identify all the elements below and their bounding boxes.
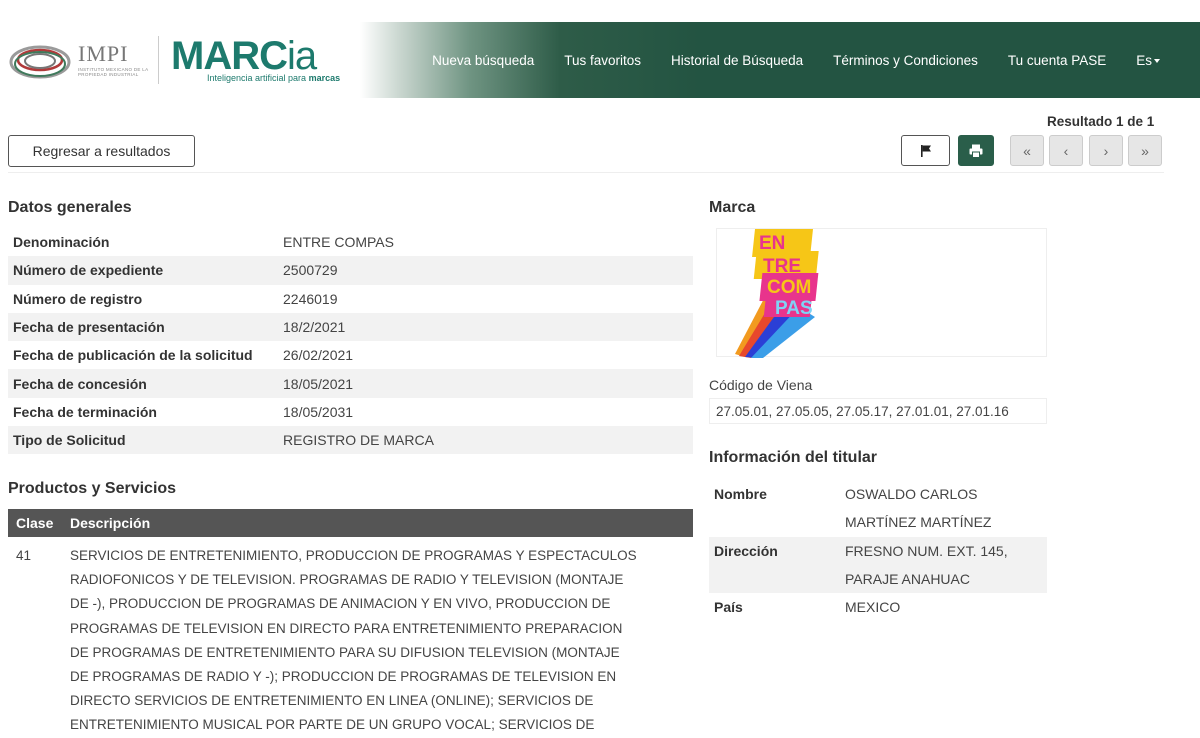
logo-text-pas: PAS bbox=[775, 298, 813, 319]
table-row: País MEXICO bbox=[709, 593, 1047, 621]
datos-generales-title: Datos generales bbox=[8, 199, 132, 216]
marcia-logo-main: MARC bbox=[171, 34, 288, 78]
row-value: FRESNO NUM. EXT. 145, PARAJE ANAHUAC bbox=[845, 542, 1008, 587]
logo-area[interactable]: IMPI INSTITUTO MEXICANO DE LA PROPIEDAD … bbox=[8, 30, 340, 90]
prev-page-button[interactable]: ‹ bbox=[1049, 135, 1083, 166]
flag-button[interactable] bbox=[901, 135, 950, 166]
marcia-logo-suffix: ia bbox=[286, 34, 317, 78]
nav-cuenta-pase[interactable]: Tu cuenta PASE bbox=[993, 53, 1121, 68]
viena-label: Código de Viena bbox=[709, 377, 813, 393]
nav-tus-favoritos[interactable]: Tus favoritos bbox=[549, 53, 656, 68]
row-key: Tipo de Solicitud bbox=[13, 432, 126, 449]
impi-title: IMPI bbox=[78, 41, 129, 66]
table-row: Fecha de terminación 18/05/2031 bbox=[8, 398, 693, 426]
descripcion-cell: SERVICIOS DE ENTRETENIMIENTO, PRODUCCION… bbox=[70, 548, 637, 733]
result-count: Resultado 1 de 1 bbox=[1047, 114, 1155, 129]
table-row: Nombre OSWALDO CARLOS MARTÍNEZ MARTÍNEZ bbox=[709, 480, 1047, 537]
row-key: Número de registro bbox=[13, 290, 143, 307]
marca-title: Marca bbox=[709, 199, 756, 216]
row-value: OSWALDO CARLOS MARTÍNEZ MARTÍNEZ bbox=[845, 486, 992, 531]
row-value: 26/02/2021 bbox=[283, 347, 354, 364]
row-value: MEXICO bbox=[845, 599, 901, 616]
row-key: Fecha de terminación bbox=[13, 403, 157, 420]
table-row: Número de registro 2246019 bbox=[8, 285, 693, 313]
row-value: 18/05/2021 bbox=[283, 375, 354, 392]
table-row: Fecha de publicación de la solicitud 26/0… bbox=[8, 341, 693, 369]
row-value: ENTRE COMPAS bbox=[283, 234, 394, 251]
top-header: IMPI INSTITUTO MEXICANO DE LA PROPIEDAD … bbox=[0, 22, 1200, 98]
logo-text-com: COM bbox=[767, 277, 811, 298]
productos-table-header: Clase Descripción bbox=[8, 509, 693, 537]
language-dropdown[interactable]: Es bbox=[1121, 53, 1200, 68]
row-key: Fecha de concesión bbox=[13, 375, 147, 392]
impi-emblem-icon bbox=[8, 38, 72, 82]
table-row: Fecha de presentación 18/2/2021 bbox=[8, 312, 693, 342]
row-key: Dirección bbox=[714, 542, 778, 559]
logo-text-tre: TRE bbox=[763, 256, 801, 277]
nav-nueva-busqueda[interactable]: Nueva búsqueda bbox=[417, 53, 549, 68]
caret-down-icon bbox=[1154, 58, 1160, 63]
column-header-clase: Clase bbox=[16, 515, 54, 531]
clase-cell: 41 bbox=[16, 548, 32, 563]
marcia-logo: MARCia Inteligencia artificial para marc… bbox=[171, 34, 341, 83]
row-key: Fecha de publicación de la solicitud bbox=[13, 347, 253, 364]
row-value: 18/05/2031 bbox=[283, 403, 354, 420]
marcia-tagline: Inteligencia artificial para marcas bbox=[207, 73, 341, 83]
logo-divider bbox=[158, 36, 159, 84]
table-row: Dirección FRESNO NUM. EXT. 145, PARAJE A… bbox=[709, 536, 1047, 594]
table-row: Fecha de concesión 18/05/2021 bbox=[8, 369, 693, 398]
table-row: Número de expediente 2500729 bbox=[8, 256, 693, 285]
first-page-button[interactable]: « bbox=[1010, 135, 1044, 166]
trademark-image: EN TRE COM PAS bbox=[716, 228, 1047, 358]
nav-historial[interactable]: Historial de Búsqueda bbox=[656, 53, 818, 68]
table-row: Tipo de Solicitud REGISTRO DE MARCA bbox=[8, 426, 693, 455]
logo-text-en: EN bbox=[759, 233, 785, 254]
row-key: Nombre bbox=[714, 486, 767, 502]
row-key: Denominación bbox=[13, 234, 110, 251]
main-nav: Nueva búsqueda Tus favoritos Historial d… bbox=[417, 22, 1200, 98]
row-value: 2246019 bbox=[283, 290, 338, 307]
print-button[interactable] bbox=[958, 135, 994, 166]
titular-table: Nombre OSWALDO CARLOS MARTÍNEZ MARTÍNEZ … bbox=[709, 480, 1047, 621]
column-header-descripcion: Descripción bbox=[70, 515, 151, 531]
nav-terminos[interactable]: Términos y Condiciones bbox=[818, 53, 993, 68]
row-value: REGISTRO DE MARCA bbox=[283, 432, 434, 449]
productos-title: Productos y Servicios bbox=[8, 480, 177, 497]
row-value: 2500729 bbox=[283, 262, 338, 279]
toolbar-divider bbox=[8, 172, 1164, 173]
flag-icon bbox=[920, 144, 931, 157]
row-key: Número de expediente bbox=[13, 262, 164, 279]
trademark-logo: EN TRE COM PAS bbox=[735, 229, 819, 358]
next-page-button[interactable]: › bbox=[1089, 135, 1123, 166]
viena-codes: 27.05.01, 27.05.05, 27.05.17, 27.01.01, … bbox=[709, 398, 1047, 424]
row-key: Fecha de presentación bbox=[13, 319, 165, 336]
row-value: 18/2/2021 bbox=[283, 319, 346, 336]
table-row: 41 SERVICIOS DE ENTRETENIMIENTO, PRODUCC… bbox=[8, 544, 693, 738]
table-row: Denominación ENTRE COMPAS bbox=[8, 228, 693, 256]
titular-title: Información del titular bbox=[709, 449, 878, 466]
print-icon bbox=[969, 144, 983, 158]
language-label: Es bbox=[1136, 52, 1152, 68]
impi-subtitle: INSTITUTO MEXICANO DE LA PROPIEDAD INDUS… bbox=[78, 67, 149, 77]
last-page-button[interactable]: » bbox=[1128, 135, 1162, 166]
row-key: País bbox=[714, 599, 743, 616]
back-to-results-button[interactable]: Regresar a resultados bbox=[8, 135, 195, 167]
datos-generales-table: Denominación ENTRE COMPAS Número de exped… bbox=[8, 228, 693, 455]
